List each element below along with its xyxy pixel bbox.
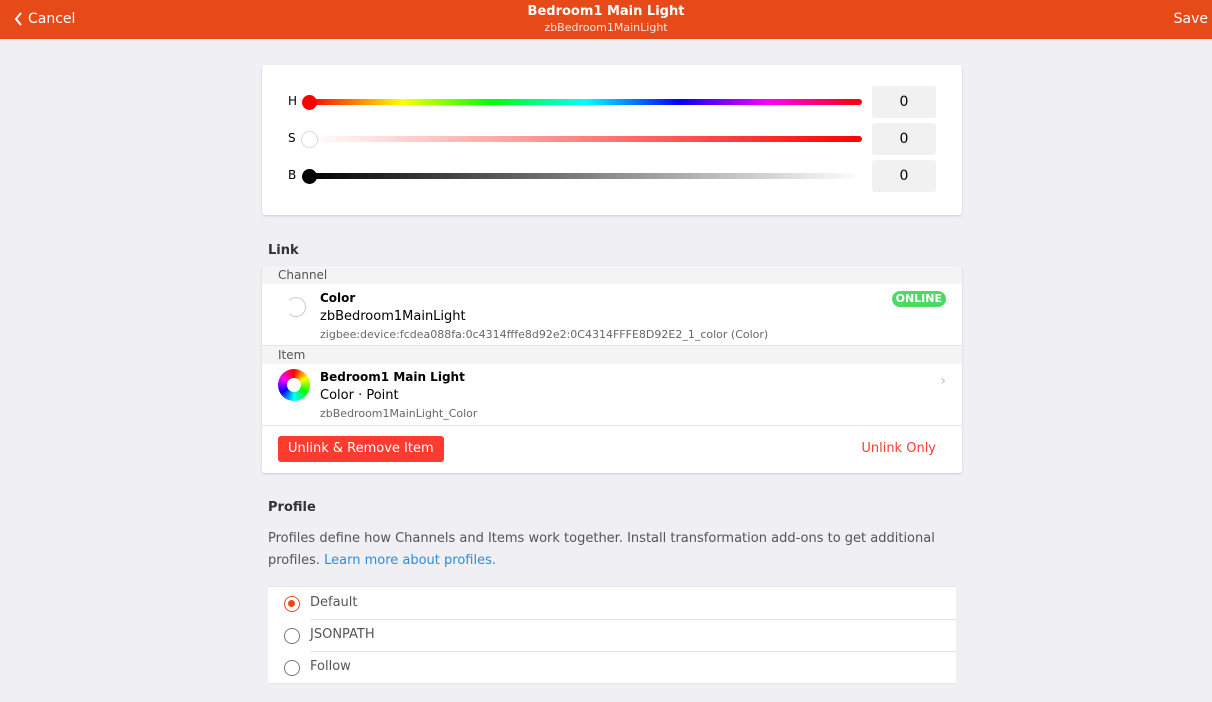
hue-row: H 0 (262, 86, 962, 118)
profile-options-list: Default JSONPATH Follow (268, 586, 956, 684)
page-subtitle: zbBedroom1MainLight (544, 21, 668, 34)
learn-more-link[interactable]: Learn more about profiles. (324, 553, 496, 568)
page-title: Bedroom1 Main Light zbBedroom1MainLight (0, 4, 1212, 35)
profile-option-label: Follow (310, 659, 351, 674)
save-button[interactable]: Save (1174, 11, 1208, 27)
item-title: Bedroom1 Main Light (320, 370, 465, 384)
brightness-slider[interactable] (308, 173, 862, 179)
unlink-remove-item-button[interactable]: Unlink & Remove Item (278, 436, 444, 462)
link-section-title: Link (268, 243, 299, 258)
brightness-label: B (288, 168, 297, 182)
profile-option-default[interactable]: Default (268, 587, 956, 619)
saturation-slider-handle[interactable] (302, 132, 317, 147)
radio-checked-icon[interactable] (284, 596, 300, 612)
profile-option-label: JSONPATH (310, 627, 375, 642)
profile-option-follow[interactable]: Follow (268, 651, 956, 683)
channel-status-icon (286, 297, 306, 317)
channel-subtitle: zbBedroom1MainLight (320, 309, 466, 324)
item-row[interactable]: Bedroom1 Main Light Color · Point zbBedr… (262, 364, 962, 426)
hue-label: H (288, 94, 298, 108)
channel-row[interactable]: Color zbBedroom1MainLight zigbee:device:… (262, 284, 962, 346)
item-subtitle: Color · Point (320, 388, 399, 403)
brightness-slider-handle[interactable] (302, 169, 317, 184)
profile-option-jsonpath[interactable]: JSONPATH (268, 619, 956, 651)
navbar: Cancel Bedroom1 Main Light zbBedroom1Mai… (0, 0, 1212, 39)
item-name: zbBedroom1MainLight_Color (320, 407, 478, 420)
online-badge: ONLINE (891, 291, 946, 307)
saturation-row: S 0 (262, 123, 962, 155)
saturation-input[interactable]: 0 (872, 123, 936, 155)
hue-input[interactable]: 0 (872, 86, 936, 118)
brightness-input[interactable]: 0 (872, 160, 936, 192)
divider (262, 425, 962, 426)
page-title-main: Bedroom1 Main Light (527, 4, 685, 19)
radio-unchecked-icon[interactable] (284, 628, 300, 644)
saturation-label: S (288, 131, 296, 145)
unlink-only-button[interactable]: Unlink Only (861, 441, 936, 456)
channel-title: Color (320, 291, 356, 305)
radio-unchecked-icon[interactable] (284, 660, 300, 676)
chevron-right-icon: › (940, 373, 946, 389)
hsb-color-card: H 0 S 0 B 0 (262, 65, 962, 215)
profile-description: Profiles define how Channels and Items w… (268, 528, 948, 572)
profile-section-title: Profile (268, 500, 316, 515)
hue-slider-handle[interactable] (302, 95, 317, 110)
item-subheader: Item (262, 346, 962, 364)
brightness-row: B 0 (262, 160, 962, 192)
channel-subheader: Channel (262, 266, 962, 284)
channel-uid: zigbee:device:fcdea088fa:0c4314fffe8d92e… (320, 328, 769, 341)
saturation-slider[interactable] (308, 136, 862, 142)
profile-option-label: Default (310, 595, 358, 610)
link-card: Channel Color zbBedroom1MainLight zigbee… (262, 266, 962, 473)
hue-slider[interactable] (308, 99, 862, 105)
